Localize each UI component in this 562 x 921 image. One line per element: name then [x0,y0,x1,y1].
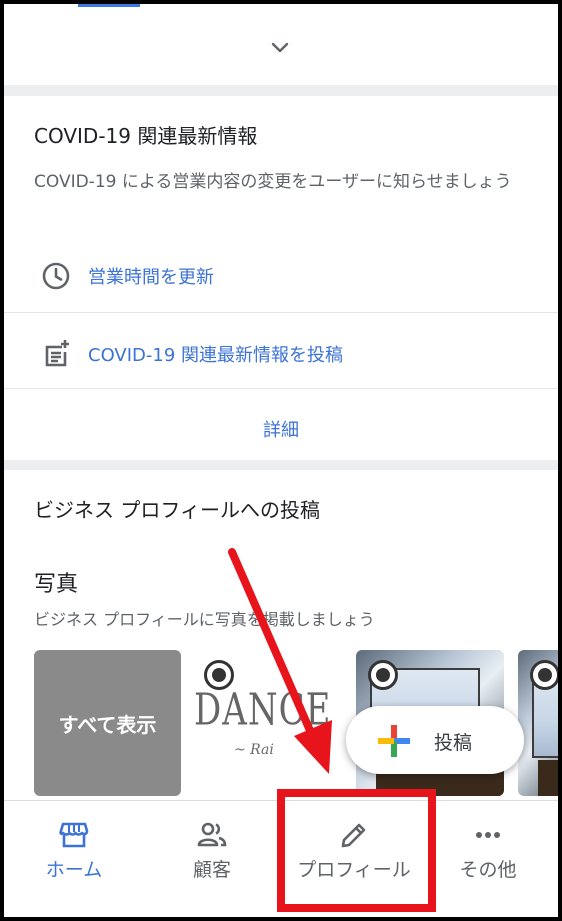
create-post-fab[interactable]: 投稿 [346,706,524,774]
more-horiz-icon [476,832,500,838]
update-hours-action[interactable]: 営業時間を更新 [4,246,558,302]
bottom-navigation: ホーム 顧客 プロフィール その他 [4,800,558,917]
app-screen: COVID-19 関連最新情報 COVID-19 による営業内容の変更をユーザー… [4,4,558,917]
covid-update-card: COVID-19 関連最新情報 COVID-19 による営業内容の変更をユーザー… [4,96,558,460]
logo-text: DANCE [194,684,332,736]
details-link[interactable]: 詳細 [4,416,558,442]
create-post-label: 投稿 [434,732,473,754]
nav-customers-label: 顧客 [192,859,231,881]
nav-home-label: ホーム [45,859,103,881]
post-covid-update-action[interactable]: COVID-19 関連最新情報を投稿 [4,324,558,380]
collapsed-section-card [4,4,558,85]
nav-profile-label: プロフィール [297,859,411,881]
photo-content [538,760,558,796]
nav-home[interactable]: ホーム [4,801,144,917]
update-hours-label: 営業時間を更新 [88,267,214,288]
covid-card-title: COVID-19 関連最新情報 [34,124,258,148]
pencil-icon [341,823,366,848]
store-icon [59,822,89,848]
nav-more-label: その他 [459,859,517,881]
nav-more[interactable]: その他 [418,801,558,917]
photo-select-radio[interactable] [368,660,398,690]
google-plus-icon [378,725,410,757]
post-covid-update-label: COVID-19 関連最新情報を投稿 [88,345,344,366]
people-icon [197,822,227,847]
nav-customers[interactable]: 顧客 [142,801,282,917]
divider [4,388,558,389]
photos-title: 写真 [34,572,79,597]
nav-profile[interactable]: プロフィール [284,801,424,917]
chevron-down-icon[interactable] [268,36,292,60]
photos-description: ビジネス プロフィールに写真を掲載しましょう [34,610,375,629]
posts-section-title: ビジネス プロフィールへの投稿 [34,498,320,522]
covid-card-description: COVID-19 による営業内容の変更をユーザーに知らせましょう [34,172,512,192]
photo-select-radio[interactable] [204,660,234,690]
clock-icon [42,262,70,290]
photo-select-radio[interactable] [530,660,558,690]
divider [4,312,558,313]
post-add-icon [45,340,69,367]
show-all-photos-button[interactable]: すべて表示 [34,650,181,796]
logo-subtext: ~ Rai [234,742,274,758]
tab-indicator [78,4,140,7]
